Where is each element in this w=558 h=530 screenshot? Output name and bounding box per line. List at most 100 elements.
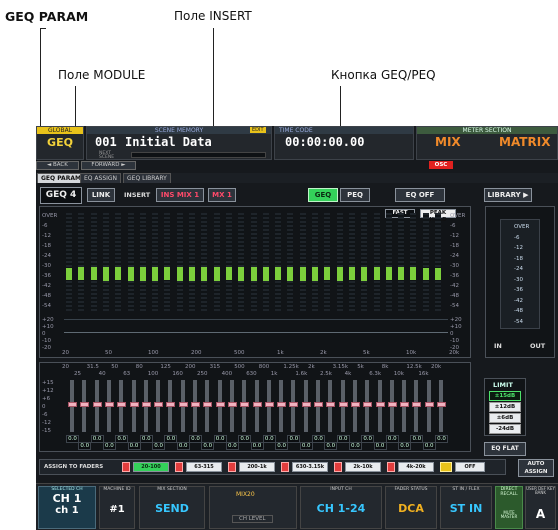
band-value[interactable]: 0.0: [287, 435, 301, 443]
band-fader-knob[interactable]: [178, 402, 188, 407]
peq-button[interactable]: PEQ: [340, 188, 370, 202]
band-fader-knob[interactable]: [215, 402, 225, 407]
direct-recall[interactable]: DIRECT RECALL MUTE MASTER: [495, 486, 523, 529]
band-value[interactable]: 0.0: [238, 435, 252, 443]
band-fader-knob[interactable]: [350, 402, 360, 407]
band-value[interactable]: 0.0: [90, 435, 104, 443]
band-fader-knob[interactable]: [68, 402, 77, 407]
band-fader-knob[interactable]: [277, 402, 287, 407]
input-ch[interactable]: INPUT CH CH 1-24: [300, 486, 382, 529]
assign-group-button[interactable]: 2k-10k: [345, 462, 381, 472]
assign-group-button[interactable]: 63-315: [186, 462, 222, 472]
band-value[interactable]: 0.0: [410, 435, 424, 443]
band-fader-knob[interactable]: [154, 402, 164, 407]
meter-mix[interactable]: MIX: [435, 135, 461, 149]
eq-off-button[interactable]: EQ OFF: [395, 188, 445, 202]
assign-group-icon[interactable]: [228, 462, 236, 472]
assign-group-button[interactable]: 20-100: [133, 462, 169, 472]
limit-option[interactable]: ±6dB: [489, 413, 521, 423]
band-fader-knob[interactable]: [264, 402, 274, 407]
geq-button[interactable]: GEQ: [308, 188, 338, 202]
selected-ch[interactable]: SELECTED CH CH 1 ch 1: [38, 486, 96, 529]
forward-button[interactable]: FORWARD ►: [80, 161, 136, 170]
assign-group-icon[interactable]: [175, 462, 183, 472]
assign-group-icon[interactable]: [387, 462, 395, 472]
band-value[interactable]: 0.0: [250, 442, 264, 450]
band-value[interactable]: 0.0: [164, 435, 178, 443]
band-value[interactable]: 0.0: [262, 435, 276, 443]
band-fader-knob[interactable]: [166, 402, 176, 407]
assign-off-icon[interactable]: [440, 462, 452, 472]
band-value[interactable]: 0.0: [189, 435, 202, 443]
band-value[interactable]: 0.0: [152, 442, 166, 450]
link-button[interactable]: LINK: [87, 188, 115, 202]
band-value[interactable]: 0.0: [348, 442, 362, 450]
band-value[interactable]: 0.0: [324, 442, 338, 450]
band-fader-knob[interactable]: [314, 402, 323, 407]
band-fader-knob[interactable]: [141, 402, 151, 407]
assign-group-button[interactable]: 200-1k: [239, 462, 275, 472]
insert-field[interactable]: INS MIX 1: [156, 188, 204, 202]
band-fader-knob[interactable]: [104, 402, 114, 407]
scene-memory[interactable]: SCENE MEMORY 001 Initial Data EDIT NEXT …: [86, 126, 272, 160]
band-value[interactable]: 0.0: [435, 435, 448, 443]
mix-level[interactable]: MIX20 CH LEVEL: [209, 486, 297, 529]
assign-group-button[interactable]: 4k-20k: [398, 462, 434, 472]
band-fader-knob[interactable]: [227, 402, 237, 407]
band-fader-knob[interactable]: [203, 402, 213, 407]
fader-status[interactable]: FADER STATUS DCA: [385, 486, 437, 529]
back-button[interactable]: ◄ BACK: [36, 161, 79, 170]
tab-geq-param[interactable]: GEQ PARAM: [37, 173, 85, 183]
band-value[interactable]: 0.0: [201, 442, 215, 450]
band-value[interactable]: 0.0: [225, 442, 239, 450]
insert-field-mix[interactable]: MX 1: [208, 188, 236, 202]
assign-group-icon[interactable]: [334, 462, 342, 472]
band-value[interactable]: 0.0: [336, 435, 350, 443]
limit-option[interactable]: -24dB: [489, 424, 521, 434]
limit-option[interactable]: ±15dB: [489, 391, 521, 401]
band-value[interactable]: 0.0: [213, 435, 227, 443]
band-value[interactable]: 0.0: [66, 435, 79, 443]
band-fader-knob[interactable]: [240, 402, 250, 407]
assign-group-icon[interactable]: [122, 462, 130, 472]
band-fader-knob[interactable]: [363, 402, 373, 407]
band-value[interactable]: 0.0: [176, 442, 190, 450]
osc-indicator[interactable]: OSC: [429, 161, 453, 169]
user-key-bank[interactable]: USER DEF KEY BANK A: [525, 486, 556, 529]
band-fader-knob[interactable]: [80, 402, 90, 407]
band-value[interactable]: 0.0: [361, 435, 375, 443]
band-fader-knob[interactable]: [129, 402, 139, 407]
band-value[interactable]: 0.0: [275, 442, 289, 450]
assign-group-button[interactable]: 630-3.15k: [292, 462, 328, 472]
band-fader-knob[interactable]: [387, 402, 397, 407]
band-value[interactable]: 0.0: [312, 435, 325, 443]
band-fader-knob[interactable]: [301, 402, 311, 407]
band-fader-knob[interactable]: [117, 402, 127, 407]
band-fader-knob[interactable]: [412, 402, 422, 407]
band-fader-knob[interactable]: [191, 402, 200, 407]
auto-assign-button[interactable]: AUTO ASSIGN: [518, 459, 554, 477]
band-fader-knob[interactable]: [424, 402, 434, 407]
mix-section[interactable]: MIX SECTION SEND: [139, 486, 205, 529]
band-value[interactable]: 0.0: [373, 442, 387, 450]
limit-option[interactable]: ±12dB: [489, 402, 521, 412]
assign-off-button[interactable]: OFF: [455, 462, 485, 472]
band-value[interactable]: 0.0: [127, 442, 141, 450]
module-field[interactable]: GEQ 4: [40, 187, 82, 204]
tab-eq-assign[interactable]: EQ ASSIGN: [80, 173, 122, 183]
band-fader-knob[interactable]: [252, 402, 262, 407]
band-fader-knob[interactable]: [375, 402, 385, 407]
st-in[interactable]: ST IN / FLEX ST IN: [440, 486, 492, 529]
band-fader-knob[interactable]: [437, 402, 446, 407]
band-fader-knob[interactable]: [92, 402, 102, 407]
band-fader-knob[interactable]: [338, 402, 348, 407]
band-value[interactable]: 0.0: [299, 442, 313, 450]
library-button[interactable]: LIBRARY ▶: [484, 188, 532, 202]
band-fader-knob[interactable]: [289, 402, 299, 407]
band-value[interactable]: 0.0: [385, 435, 399, 443]
meter-matrix[interactable]: MATRIX: [499, 135, 550, 149]
band-value[interactable]: 0.0: [102, 442, 116, 450]
band-value[interactable]: 0.0: [115, 435, 129, 443]
assign-group-icon[interactable]: [281, 462, 289, 472]
tab-geq-library[interactable]: GEQ LIBRARY: [123, 173, 171, 183]
